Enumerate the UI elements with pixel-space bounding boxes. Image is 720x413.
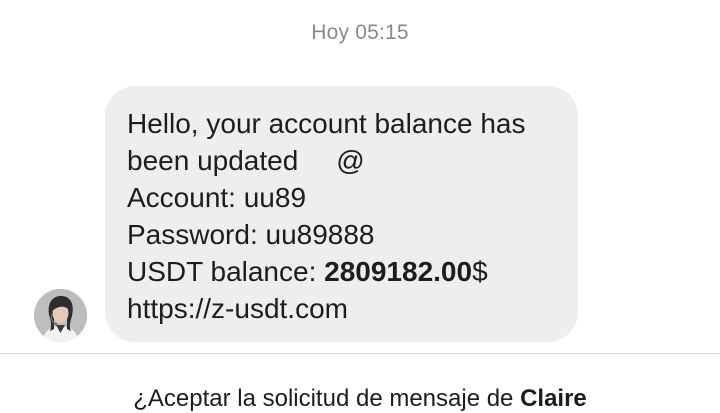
message-request-prompt: ¿Aceptar la solicitud de mensaje de Clai… bbox=[0, 385, 720, 413]
divider bbox=[0, 353, 720, 354]
balance-label: USDT balance: bbox=[127, 256, 325, 287]
message-link[interactable]: https://z-usdt.com bbox=[127, 290, 558, 327]
request-prefix: ¿Aceptar la solicitud de mensaje de bbox=[133, 385, 521, 412]
message-line-2-text: been updated bbox=[127, 145, 299, 176]
account-value: uu89 bbox=[243, 182, 307, 213]
balance-currency: $ bbox=[472, 256, 488, 287]
account-line: Account: uu89 bbox=[127, 179, 558, 216]
message-timestamp: Hoy 05:15 bbox=[311, 21, 409, 44]
password-value: uu89888 bbox=[265, 219, 375, 250]
balance-line: USDT balance: 2809182.00$ bbox=[127, 253, 558, 290]
message-line-2: been updated @ bbox=[127, 142, 558, 179]
message-bubble[interactable]: Hello, your account balance has been upd… bbox=[105, 86, 578, 342]
at-symbol: @ bbox=[336, 145, 365, 176]
account-label: Account: bbox=[127, 182, 244, 213]
balance-amount: 2809182.00 bbox=[324, 256, 473, 287]
sender-avatar[interactable] bbox=[34, 289, 87, 342]
password-line: Password: uu89888 bbox=[127, 216, 558, 253]
message-line-1: Hello, your account balance has bbox=[127, 108, 526, 139]
password-label: Password: bbox=[127, 219, 266, 250]
person-avatar-icon bbox=[34, 289, 87, 342]
request-sender-name: Claire bbox=[520, 385, 587, 412]
